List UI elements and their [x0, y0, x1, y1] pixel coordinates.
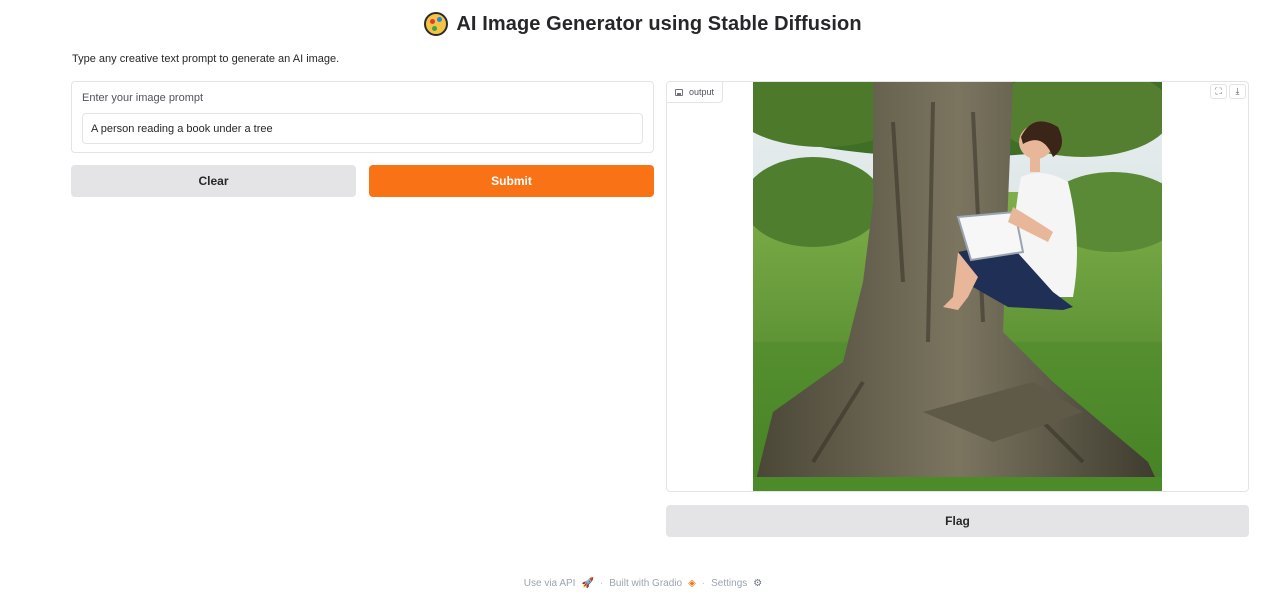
- gear-icon: ⚙: [753, 577, 763, 589]
- submit-button[interactable]: Submit: [369, 165, 654, 197]
- use-via-api-link[interactable]: Use via API: [524, 578, 576, 589]
- footer-separator: ·: [599, 577, 604, 589]
- page-description: Type any creative text prompt to generat…: [72, 53, 340, 65]
- image-toolbar: ⛶ ⤓: [1210, 84, 1246, 99]
- image-icon: [675, 88, 683, 96]
- footer: Use via API 🚀 · Built with Gradio ◈ · Se…: [0, 576, 1286, 590]
- flag-button[interactable]: Flag: [666, 505, 1249, 537]
- fullscreen-icon[interactable]: ⛶: [1210, 84, 1227, 99]
- prompt-textbox-block: Enter your image prompt: [71, 81, 654, 153]
- generated-image: [753, 82, 1162, 491]
- output-label: output: [689, 87, 715, 97]
- built-with-gradio-link[interactable]: Built with Gradio: [609, 578, 682, 589]
- settings-link[interactable]: Settings: [711, 578, 747, 589]
- footer-separator: ·: [701, 577, 706, 589]
- clear-button[interactable]: Clear: [71, 165, 356, 197]
- page-title: AI Image Generator using Stable Diffusio…: [456, 12, 862, 35]
- download-icon[interactable]: ⤓: [1229, 84, 1246, 99]
- output-image-panel: output ⛶ ⤓: [666, 81, 1249, 492]
- prompt-label: Enter your image prompt: [82, 92, 204, 104]
- prompt-input[interactable]: [82, 113, 643, 144]
- gradio-logo-icon: ◈: [688, 577, 696, 589]
- page-header: AI Image Generator using Stable Diffusio…: [0, 10, 1286, 38]
- artist-palette-icon: [424, 12, 449, 36]
- output-label-tab: output: [667, 82, 724, 103]
- rocket-icon: 🚀: [581, 577, 594, 589]
